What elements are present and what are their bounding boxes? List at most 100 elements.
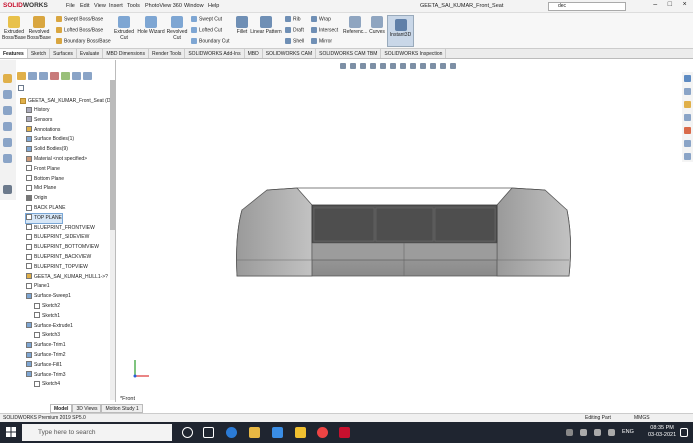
boundary-boss-button[interactable]: Boundary Boss/Base (56, 38, 111, 44)
tree-item[interactable]: BLUEPRINT_BOTTOMVIEW (26, 243, 99, 252)
minimize-icon[interactable]: – (653, 1, 657, 12)
chrome-icon[interactable] (317, 427, 328, 438)
wrap-button[interactable]: Wrap (311, 16, 331, 22)
tree-item[interactable]: Solid Bodies(9) (26, 145, 68, 154)
tree-scroll-thumb[interactable] (110, 80, 115, 230)
tree-item[interactable]: Sketch2 (34, 302, 60, 311)
tree-item[interactable]: Surface-Sweep1 (26, 292, 71, 301)
extruded-boss-button[interactable]: Extruded Boss/Base (2, 16, 26, 41)
tab-solidworks-cam[interactable]: SOLIDWORKS CAM (263, 49, 317, 58)
solidworks-taskbar-icon[interactable] (339, 427, 350, 438)
tree-item[interactable]: Front Plane (26, 165, 60, 174)
dynamic-annotation-icon[interactable] (380, 63, 386, 69)
tree-item[interactable]: Surface-Trim3 (26, 371, 66, 380)
draft-button[interactable]: Draft (285, 27, 304, 33)
network-icon[interactable] (580, 429, 587, 436)
custom-properties-icon[interactable] (684, 140, 691, 147)
tree-item[interactable]: Annotations (26, 126, 60, 135)
maximize-icon[interactable]: □ (668, 1, 672, 12)
edge-icon[interactable] (226, 427, 237, 438)
tab-solidworks-inspection[interactable]: SOLIDWORKS Inspection (381, 49, 447, 58)
model-tab-motion-study-1[interactable]: Motion Study 1 (101, 404, 143, 413)
tree-item[interactable]: Plane1 (26, 282, 50, 291)
file-explorer-icon[interactable] (684, 101, 691, 108)
tree-item[interactable]: Sensors (26, 116, 52, 125)
config-icon[interactable] (3, 106, 12, 115)
monitor-icon[interactable] (450, 63, 456, 69)
volume-icon[interactable] (608, 429, 615, 436)
dimxpert-tab-icon[interactable] (50, 72, 59, 80)
collapse-panel-icon[interactable] (3, 185, 12, 194)
previous-view-icon[interactable] (360, 63, 366, 69)
view-settings-icon[interactable] (440, 63, 446, 69)
menu-window[interactable]: Window (184, 3, 204, 9)
tree-root[interactable]: GEETA_SAI_KUMAR_Front_Seat (D (20, 97, 110, 106)
tree-item[interactable]: History (26, 106, 50, 115)
tree-filter[interactable] (18, 84, 26, 93)
tree-item[interactable]: BLUEPRINT_FRONTVIEW (26, 224, 95, 233)
cam-tab-icon[interactable] (72, 72, 81, 80)
tab-solidworks-add-ins[interactable]: SOLIDWORKS Add-Ins (185, 49, 245, 58)
swept-boss-button[interactable]: Swept Boss/Base (56, 16, 103, 22)
instant3d-button[interactable]: Instant3D (387, 15, 414, 47)
tab-features[interactable]: Features (0, 49, 28, 58)
tree-item[interactable]: BLUEPRINT_BACKVIEW (26, 253, 91, 262)
apply-scene-icon[interactable] (430, 63, 436, 69)
lofted-cut-button[interactable]: Lofted Cut (191, 27, 222, 33)
tree-item[interactable]: BACK PLANE (26, 204, 65, 213)
zoom-to-area-icon[interactable] (350, 63, 356, 69)
taskbar-search-input[interactable]: Type here to search (22, 424, 172, 441)
notifications-icon[interactable] (680, 428, 688, 437)
cortana-icon[interactable] (182, 427, 193, 438)
property-icon[interactable] (3, 90, 12, 99)
linear-pattern-button[interactable]: Linear Pattern (250, 16, 282, 35)
tree-item[interactable]: Bottom Plane (26, 175, 64, 184)
tree-item[interactable]: Surface-Trim2 (26, 351, 66, 360)
view-palette-icon[interactable] (684, 114, 691, 121)
tab-mbd[interactable]: MBD (245, 49, 263, 58)
shell-button[interactable]: Shell (285, 38, 304, 44)
swept-cut-button[interactable]: Swept Cut (191, 16, 222, 22)
tree-item[interactable]: Origin (26, 194, 47, 203)
tray-arrow-icon[interactable] (566, 429, 573, 436)
revolved-cut-button[interactable]: Revolved Cut (166, 16, 188, 41)
fillet-button[interactable]: Fillet (235, 16, 249, 35)
extruded-cut-button[interactable]: Extruded Cut (113, 16, 135, 41)
tab-mbd-dimensions[interactable]: MBD Dimensions (103, 49, 149, 58)
tree-item[interactable]: Mid Plane (26, 184, 56, 193)
task-view-icon[interactable] (203, 427, 214, 438)
configurationmanager-tab-icon[interactable] (39, 72, 48, 80)
hide-show-icon[interactable] (410, 63, 416, 69)
forum-icon[interactable] (684, 153, 691, 160)
boundary-cut-button[interactable]: Boundary Cut (191, 38, 230, 44)
display-style-icon[interactable] (400, 63, 406, 69)
feature-tree-icon[interactable] (3, 74, 12, 83)
revolved-boss-button[interactable]: Revolved Boss/Base (27, 16, 51, 41)
search-input[interactable]: dec (548, 2, 626, 11)
tab-surfaces[interactable]: Surfaces (50, 49, 77, 58)
tree-item[interactable]: Sketch4 (34, 380, 60, 389)
intersect-button[interactable]: Intersect (311, 27, 338, 33)
lofted-boss-button[interactable]: Lofted Boss/Base (56, 27, 103, 33)
menu-view[interactable]: View (94, 3, 106, 9)
tab-solidworks-cam-tbm[interactable]: SOLIDWORKS CAM TBM (316, 49, 382, 58)
displaymanager-tab-icon[interactable] (61, 72, 70, 80)
cam-tbm-tab-icon[interactable] (83, 72, 92, 80)
tree-item[interactable]: BLUEPRINT_TOPVIEW (26, 263, 88, 272)
graphics-viewport[interactable] (117, 60, 680, 402)
tree-item[interactable]: Surface-Fill1 (26, 361, 62, 370)
file-explorer-taskbar-icon[interactable] (249, 427, 260, 438)
tab-evaluate[interactable]: Evaluate (77, 49, 104, 58)
store-icon[interactable] (272, 427, 283, 438)
tree-item[interactable]: BLUEPRINT_SIDEVIEW (26, 233, 89, 242)
tree-item[interactable]: Material <not specified> (26, 155, 87, 164)
menu-file[interactable]: File (66, 3, 75, 9)
close-icon[interactable]: × (683, 1, 687, 12)
tab-sketch[interactable]: Sketch (28, 49, 51, 58)
menu-insert[interactable]: Insert (109, 3, 123, 9)
status-units[interactable]: MMGS (634, 415, 650, 421)
clock[interactable]: 08:35 PM 03-03-2021 (648, 425, 676, 439)
solidworks-resources-icon[interactable] (684, 75, 691, 82)
tree-item[interactable]: Surface-Extrude1 (26, 322, 73, 331)
propertymanager-tab-icon[interactable] (28, 72, 37, 80)
